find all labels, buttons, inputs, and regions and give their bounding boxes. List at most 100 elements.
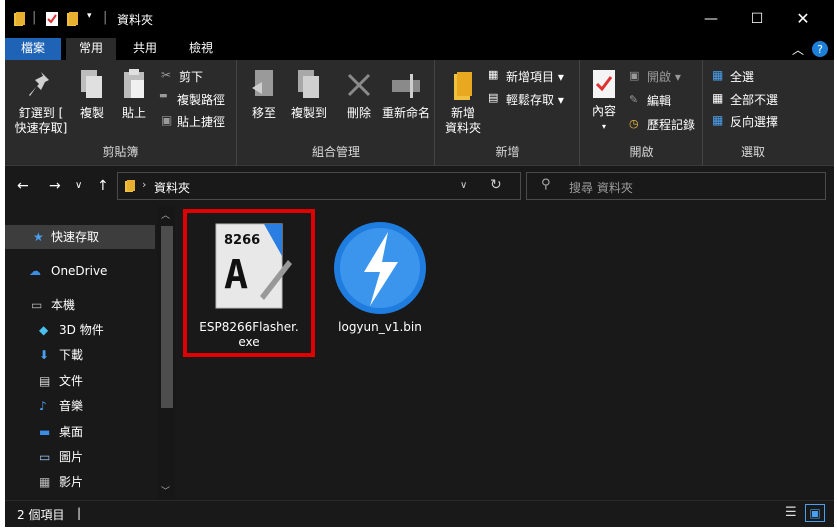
copy-icon bbox=[81, 70, 102, 98]
nav-item-music[interactable]: ♪ 音樂 bbox=[5, 394, 155, 418]
collapse-ribbon-icon[interactable]: ︿ bbox=[792, 41, 804, 58]
navigation-pane: ★ 快速存取 ☁ OneDrive ▭ 本機 ◆ 3D 物件 ⬇ 下載 ▤ 文件… bbox=[5, 206, 175, 500]
nav-label: 音樂 bbox=[59, 399, 84, 413]
nav-label: 3D 物件 bbox=[59, 323, 104, 337]
search-placeholder: 搜尋 資料夾 bbox=[569, 181, 633, 195]
help-icon[interactable]: ? bbox=[811, 40, 829, 58]
status-separator: | bbox=[77, 506, 82, 520]
minimize-button[interactable]: — bbox=[688, 0, 734, 38]
open-group-label: 開啟 bbox=[629, 145, 654, 159]
edit-button[interactable]: 編輯 bbox=[647, 92, 671, 109]
organize-group-label: 組合管理 bbox=[311, 145, 360, 159]
properties-label: 內容 bbox=[591, 104, 616, 118]
tab-share[interactable]: 共用 bbox=[121, 38, 169, 60]
select-none-button[interactable]: 全部不選 bbox=[730, 91, 778, 108]
paste-icon bbox=[124, 69, 144, 98]
search-icon: ⚲ bbox=[541, 177, 551, 192]
close-button[interactable]: ✕ bbox=[780, 0, 826, 38]
tab-view[interactable]: 檢視 bbox=[177, 38, 225, 60]
tab-home[interactable]: 常用 bbox=[66, 38, 116, 60]
copy-path-icon: ▬ bbox=[159, 91, 168, 101]
nav-label: 文件 bbox=[59, 374, 84, 388]
ribbon-tabs: 檔案 常用 共用 檢視 ︿ ? bbox=[5, 38, 834, 60]
invert-selection-button[interactable]: 反向選擇 bbox=[730, 113, 778, 130]
properties-quick-icon[interactable] bbox=[45, 10, 59, 28]
nav-scrollbar[interactable]: ︿ ﹀ bbox=[157, 206, 175, 500]
history-button[interactable]: 歷程記錄 bbox=[647, 116, 695, 133]
nav-item-downloads[interactable]: ⬇ 下載 bbox=[5, 343, 155, 367]
nav-item-desktop[interactable]: ▬ 桌面 bbox=[5, 420, 155, 444]
search-input[interactable]: ⚲ 搜尋 資料夾 bbox=[526, 172, 826, 200]
nav-item-pictures[interactable]: ▭ 圖片 bbox=[5, 445, 155, 469]
document-icon: ▤ bbox=[39, 374, 51, 388]
move-to-button[interactable]: 移至 bbox=[246, 106, 282, 121]
large-icons-view-icon[interactable]: ▣ bbox=[805, 504, 825, 522]
paste-shortcut-icon: ▣ bbox=[161, 113, 173, 127]
music-icon: ♪ bbox=[39, 399, 47, 413]
tab-file[interactable]: 檔案 bbox=[5, 38, 61, 60]
scroll-up-icon[interactable]: ︿ bbox=[161, 208, 170, 221]
back-arrow-icon[interactable]: ← bbox=[17, 178, 29, 194]
rename-button[interactable]: 重新命名 bbox=[378, 106, 434, 121]
folder-icon bbox=[14, 12, 25, 26]
easy-access-button[interactable]: 輕鬆存取 ▾ bbox=[506, 91, 564, 108]
file-name-line1: logyun_v1.bin bbox=[338, 320, 422, 334]
video-icon: ▦ bbox=[39, 475, 51, 489]
new-item-button[interactable]: 新增項目 ▾ bbox=[506, 68, 564, 85]
new-folder-quick-icon[interactable] bbox=[66, 10, 80, 28]
select-group: ▦ 全選 ▦ 全部不選 ▦ 反向選擇 選取 bbox=[704, 60, 802, 166]
nav-item-onedrive[interactable]: ☁ OneDrive bbox=[5, 259, 155, 283]
paste-shortcut-button[interactable]: 貼上捷徑 bbox=[177, 113, 225, 130]
copy-to-button[interactable]: 複製到 bbox=[284, 106, 334, 121]
breadcrumb-path[interactable]: 資料夾 bbox=[154, 179, 190, 196]
copy-button[interactable]: 複製 bbox=[73, 106, 111, 121]
edit-icon: ✎ bbox=[629, 93, 639, 106]
open-button[interactable]: 開啟 ▾ bbox=[647, 68, 681, 85]
cut-button[interactable]: 剪下 bbox=[179, 68, 203, 85]
refresh-icon[interactable]: ↻ bbox=[490, 177, 502, 193]
properties-icon bbox=[593, 70, 615, 98]
breadcrumb-chevron-icon: › bbox=[142, 178, 147, 191]
nav-label: 影片 bbox=[59, 475, 84, 489]
scroll-down-icon[interactable]: ﹀ bbox=[161, 484, 170, 497]
customize-quick-access-icon[interactable]: ▾ bbox=[87, 11, 92, 29]
delete-button[interactable]: 刪除 bbox=[340, 106, 378, 121]
new-folder-label-2: 資料夾 bbox=[444, 121, 481, 135]
nav-item-documents[interactable]: ▤ 文件 bbox=[5, 369, 155, 393]
details-view-icon[interactable]: ☰ bbox=[785, 505, 797, 520]
pin-label-2: 快速存取] bbox=[14, 121, 68, 135]
title-separator: | bbox=[32, 10, 37, 25]
pin-quick-access-button[interactable]: 釘選到 [快速存取] bbox=[9, 106, 73, 136]
cube-icon: ◆ bbox=[39, 323, 49, 337]
properties-button[interactable]: 內容 ▾ bbox=[583, 104, 625, 134]
new-folder-icon bbox=[454, 72, 472, 100]
svg-text:?: ? bbox=[817, 43, 823, 56]
nav-label: 桌面 bbox=[59, 425, 84, 439]
nav-item-this-pc[interactable]: ▭ 本機 bbox=[5, 293, 155, 317]
up-arrow-icon[interactable]: ↑ bbox=[97, 178, 109, 194]
new-group: 新增 資料夾 ▦ 新增項目 ▾ ▤ 輕鬆存取 ▾ 新增 bbox=[436, 60, 580, 166]
nav-item-videos[interactable]: ▦ 影片 bbox=[5, 470, 155, 494]
window-title: 資料夾 bbox=[117, 13, 154, 27]
new-folder-button[interactable]: 新增 資料夾 bbox=[440, 106, 486, 136]
file-list: 8266 A ESP8266Flasher. exe logyun_v1.bin bbox=[177, 206, 834, 500]
paste-button[interactable]: 貼上 bbox=[115, 106, 153, 121]
nav-label: 快速存取 bbox=[51, 230, 100, 244]
open-group: 內容 ▾ ▣ 開啟 ▾ ✎ 編輯 ◷ 歷程記錄 開啟 bbox=[581, 60, 703, 166]
pin-icon bbox=[29, 72, 49, 96]
copy-path-button[interactable]: 複製路徑 bbox=[177, 91, 225, 108]
maximize-button[interactable]: ☐ bbox=[734, 0, 780, 38]
recent-locations-chevron-icon[interactable]: ∨ bbox=[75, 180, 82, 191]
select-all-button[interactable]: 全選 bbox=[730, 68, 754, 85]
cut-icon: ✂ bbox=[161, 68, 172, 82]
address-dropdown-icon[interactable]: ∨ bbox=[460, 180, 467, 191]
nav-item-3d-objects[interactable]: ◆ 3D 物件 bbox=[5, 318, 155, 342]
explorer-window: | ▾ | 資料夾 — ☐ ✕ 檔案 常用 共用 檢視 ︿ ? 釘選到 [快速存… bbox=[5, 0, 834, 527]
nav-scroll-thumb[interactable] bbox=[161, 226, 173, 408]
folder-icon bbox=[125, 180, 135, 192]
pc-icon: ▭ bbox=[31, 298, 43, 312]
nav-item-quick-access[interactable]: ★ 快速存取 bbox=[5, 225, 155, 249]
address-bar[interactable]: › 資料夾 ∨ ↻ bbox=[117, 172, 521, 200]
file-item-logyun-bin[interactable]: logyun_v1.bin bbox=[325, 216, 435, 335]
forward-arrow-icon[interactable]: → bbox=[49, 178, 61, 194]
